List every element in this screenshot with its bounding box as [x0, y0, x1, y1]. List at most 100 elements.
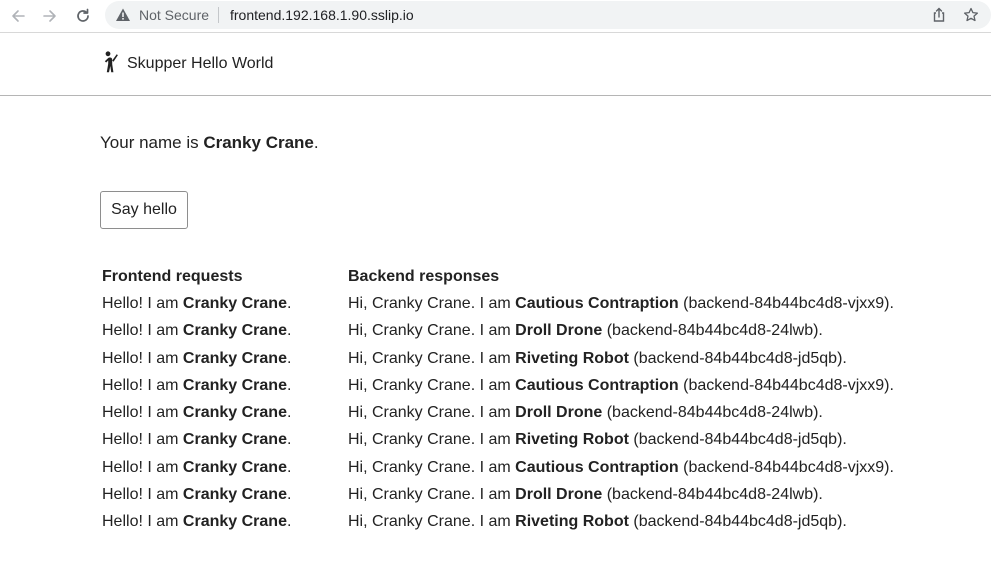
- request-prefix: Hello! I am: [102, 486, 183, 504]
- frontend-request-cell: Hello! I am Cranky Crane.: [102, 294, 348, 321]
- warning-icon[interactable]: [115, 7, 131, 23]
- response-suffix: (backend-84b44bc4d8-jd5qb).: [628, 349, 847, 367]
- results-table: Frontend requests Backend responses Hell…: [102, 267, 894, 540]
- request-suffix: .: [286, 431, 292, 449]
- request-name: Cranky Crane: [182, 322, 287, 340]
- app-title[interactable]: Skupper Hello World: [127, 54, 273, 74]
- app-header: Skupper Hello World: [0, 33, 991, 96]
- response-suffix: (backend-84b44bc4d8-jd5qb).: [628, 513, 847, 531]
- user-name: Cranky Crane: [203, 133, 314, 152]
- name-prefix: Your name is: [100, 133, 204, 152]
- backend-response-cell: Hi, Cranky Crane. I am Cautious Contrapt…: [348, 376, 894, 403]
- request-prefix: Hello! I am: [102, 404, 183, 422]
- response-name: Riveting Robot: [515, 349, 629, 367]
- response-prefix: Hi, Cranky Crane. I am: [348, 404, 516, 422]
- request-suffix: .: [286, 295, 292, 312]
- person-walking-icon: [101, 51, 121, 73]
- response-prefix: Hi, Cranky Crane. I am: [348, 431, 516, 449]
- url-text[interactable]: frontend.192.168.1.90.sslip.io: [230, 7, 414, 23]
- backend-response-cell: Hi, Cranky Crane. I am Cautious Contrapt…: [348, 294, 894, 321]
- response-name: Cautious Contraption: [515, 295, 679, 312]
- request-suffix: .: [286, 349, 292, 367]
- frontend-request-cell: Hello! I am Cranky Crane.: [102, 430, 348, 457]
- request-name: Cranky Crane: [182, 486, 287, 504]
- response-prefix: Hi, Cranky Crane. I am: [348, 349, 516, 367]
- backend-responses-header: Backend responses: [348, 268, 500, 285]
- response-prefix: Hi, Cranky Crane. I am: [348, 376, 516, 394]
- security-label[interactable]: Not Secure: [139, 7, 209, 23]
- table-row: Hello! I am Cranky Crane. Hi, Cranky Cran…: [102, 349, 894, 376]
- response-name: Droll Drone: [515, 486, 603, 504]
- response-name: Cautious Contraption: [515, 376, 679, 394]
- table-row: Hello! I am Cranky Crane. Hi, Cranky Cran…: [102, 458, 894, 485]
- results-header: Frontend requests Backend responses: [102, 267, 894, 294]
- reload-icon[interactable]: [73, 6, 93, 26]
- request-suffix: .: [286, 458, 292, 476]
- response-suffix: (backend-84b44bc4d8-24lwb).: [602, 322, 823, 340]
- request-prefix: Hello! I am: [102, 376, 183, 394]
- table-row: Hello! I am Cranky Crane. Hi, Cranky Cran…: [102, 376, 894, 403]
- request-name: Cranky Crane: [182, 295, 287, 312]
- response-suffix: (backend-84b44bc4d8-24lwb).: [602, 486, 823, 504]
- table-row: Hello! I am Cranky Crane. Hi, Cranky Cran…: [102, 485, 894, 512]
- table-row: Hello! I am Cranky Crane. Hi, Cranky Cran…: [102, 294, 894, 321]
- response-name: Droll Drone: [515, 404, 603, 422]
- response-prefix: Hi, Cranky Crane. I am: [348, 322, 516, 340]
- share-icon[interactable]: [931, 7, 947, 23]
- backend-response-cell: Hi, Cranky Crane. I am Cautious Contrapt…: [348, 458, 894, 485]
- backend-response-cell: Hi, Cranky Crane. I am Droll Drone (back…: [348, 321, 823, 348]
- request-suffix: .: [286, 486, 292, 504]
- response-suffix: (backend-84b44bc4d8-vjxx9).: [678, 458, 894, 476]
- forward-arrow-icon[interactable]: [40, 6, 60, 26]
- response-name: Riveting Robot: [515, 513, 629, 531]
- frontend-request-cell: Hello! I am Cranky Crane.: [102, 403, 348, 430]
- frontend-request-cell: Hello! I am Cranky Crane.: [102, 512, 348, 539]
- response-name: Riveting Robot: [515, 431, 629, 449]
- request-prefix: Hello! I am: [102, 349, 183, 367]
- response-suffix: (backend-84b44bc4d8-vjxx9).: [678, 295, 894, 312]
- request-name: Cranky Crane: [182, 404, 287, 422]
- response-name: Droll Drone: [515, 322, 603, 340]
- response-suffix: (backend-84b44bc4d8-vjxx9).: [678, 376, 894, 394]
- frontend-requests-header: Frontend requests: [102, 268, 243, 285]
- frontend-request-cell: Hello! I am Cranky Crane.: [102, 321, 348, 348]
- frontend-request-cell: Hello! I am Cranky Crane.: [102, 376, 348, 403]
- request-name: Cranky Crane: [182, 431, 287, 449]
- request-suffix: .: [286, 376, 292, 394]
- request-suffix: .: [286, 322, 292, 340]
- name-line: Your name is Cranky Crane.: [100, 133, 319, 153]
- request-suffix: .: [286, 513, 292, 531]
- backend-response-cell: Hi, Cranky Crane. I am Droll Drone (back…: [348, 485, 823, 512]
- backend-response-cell: Hi, Cranky Crane. I am Riveting Robot (b…: [348, 349, 847, 376]
- browser-toolbar: Not Secure frontend.192.168.1.90.sslip.i…: [0, 0, 991, 33]
- request-prefix: Hello! I am: [102, 513, 183, 531]
- table-row: Hello! I am Cranky Crane. Hi, Cranky Cran…: [102, 321, 894, 348]
- address-separator: [218, 7, 219, 23]
- request-prefix: Hello! I am: [102, 295, 183, 312]
- table-row: Hello! I am Cranky Crane. Hi, Cranky Cran…: [102, 430, 894, 457]
- response-prefix: Hi, Cranky Crane. I am: [348, 295, 516, 312]
- request-prefix: Hello! I am: [102, 431, 183, 449]
- say-hello-button[interactable]: Say hello: [100, 191, 188, 229]
- backend-response-cell: Hi, Cranky Crane. I am Droll Drone (back…: [348, 403, 823, 430]
- backend-response-cell: Hi, Cranky Crane. I am Riveting Robot (b…: [348, 512, 847, 539]
- response-suffix: (backend-84b44bc4d8-jd5qb).: [628, 431, 847, 449]
- address-bar[interactable]: Not Secure frontend.192.168.1.90.sslip.i…: [105, 1, 991, 29]
- back-arrow-icon[interactable]: [8, 6, 28, 26]
- request-name: Cranky Crane: [182, 513, 287, 531]
- frontend-request-cell: Hello! I am Cranky Crane.: [102, 485, 348, 512]
- request-name: Cranky Crane: [182, 376, 287, 394]
- request-name: Cranky Crane: [182, 349, 287, 367]
- response-suffix: (backend-84b44bc4d8-24lwb).: [602, 404, 823, 422]
- frontend-request-cell: Hello! I am Cranky Crane.: [102, 349, 348, 376]
- name-suffix: .: [313, 133, 319, 152]
- frontend-request-cell: Hello! I am Cranky Crane.: [102, 458, 348, 485]
- table-row: Hello! I am Cranky Crane. Hi, Cranky Cran…: [102, 512, 894, 539]
- request-prefix: Hello! I am: [102, 322, 183, 340]
- backend-response-cell: Hi, Cranky Crane. I am Riveting Robot (b…: [348, 430, 847, 457]
- request-name: Cranky Crane: [182, 458, 287, 476]
- request-suffix: .: [286, 404, 292, 422]
- request-prefix: Hello! I am: [102, 458, 183, 476]
- bookmark-star-icon[interactable]: [963, 7, 979, 23]
- table-row: Hello! I am Cranky Crane. Hi, Cranky Cran…: [102, 403, 894, 430]
